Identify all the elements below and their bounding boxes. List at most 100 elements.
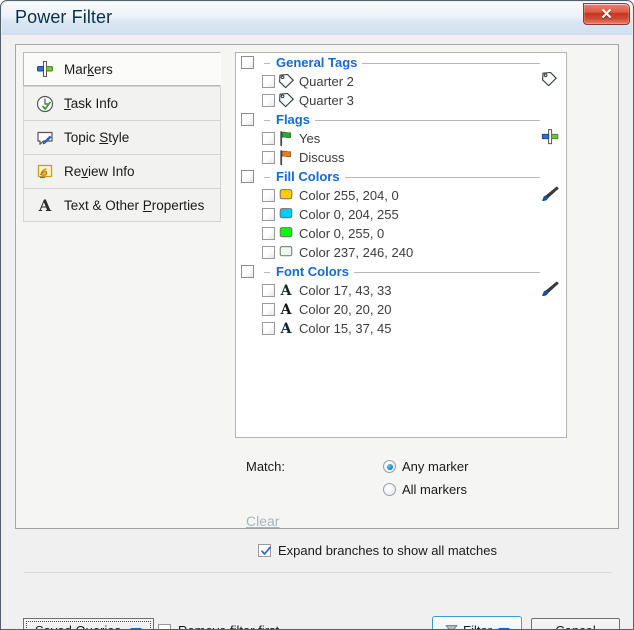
radio-all-markers-label: All markers bbox=[402, 482, 468, 497]
fill-swatch-icon bbox=[277, 187, 296, 204]
marker-row[interactable]: A Color 20, 20, 20 bbox=[236, 300, 566, 319]
marker-row[interactable]: Discuss bbox=[236, 148, 566, 167]
checkbox-icon bbox=[158, 624, 171, 629]
checkbox-icon[interactable] bbox=[262, 189, 275, 202]
power-filter-dialog: Power Filter ✕ Markers Task Info Topic S… bbox=[0, 0, 634, 630]
checkbox-icon[interactable] bbox=[262, 132, 275, 145]
svg-text:A: A bbox=[280, 283, 293, 299]
tag-icon bbox=[540, 53, 562, 87]
brush-icon bbox=[540, 280, 562, 298]
tag-icon bbox=[277, 73, 296, 90]
tab-text-other-properties[interactable]: A Text & Other Properties bbox=[23, 188, 221, 222]
marker-group-row[interactable]: Flags bbox=[236, 110, 566, 145]
checkbox-icon[interactable] bbox=[262, 284, 275, 297]
remove-filter-first-label: Remove filter first bbox=[178, 623, 279, 629]
checkbox-icon[interactable] bbox=[262, 208, 275, 221]
cancel-button[interactable]: Cancel bbox=[531, 618, 620, 629]
tab-task-info-label: Task Info bbox=[64, 96, 119, 111]
radio-all-markers[interactable]: All markers bbox=[383, 482, 467, 497]
checkbox-icon[interactable] bbox=[241, 170, 254, 183]
marker-label: Color 0, 204, 255 bbox=[299, 207, 399, 222]
topic-style-icon bbox=[35, 128, 55, 148]
marker-group-label: Fill Colors bbox=[270, 169, 345, 184]
tag-icon bbox=[277, 92, 296, 109]
marker-row[interactable]: Color 255, 204, 0 bbox=[236, 186, 566, 205]
tab-markers[interactable]: Markers bbox=[23, 52, 221, 86]
radio-any-marker-indicator bbox=[383, 460, 396, 473]
font-a-icon: A bbox=[277, 301, 296, 318]
marker-label: Color 15, 37, 45 bbox=[299, 321, 392, 336]
close-icon: ✕ bbox=[600, 5, 613, 23]
dialog-body: Markers Task Info Topic Style Review Inf… bbox=[1, 35, 633, 629]
close-button[interactable]: ✕ bbox=[583, 3, 630, 25]
brush-icon bbox=[540, 185, 562, 203]
clear-link[interactable]: Clear bbox=[246, 513, 279, 529]
checkbox-icon[interactable] bbox=[262, 151, 275, 164]
marker-row[interactable]: Color 0, 204, 255 bbox=[236, 205, 566, 224]
checkbox-icon[interactable] bbox=[262, 322, 275, 335]
tab-topic-style[interactable]: Topic Style bbox=[23, 120, 221, 154]
brush-icon bbox=[540, 167, 562, 201]
marker-label: Color 17, 43, 33 bbox=[299, 283, 392, 298]
brush-icon bbox=[540, 262, 562, 296]
fill-swatch-icon bbox=[277, 225, 296, 242]
match-label: Match: bbox=[246, 459, 286, 474]
marker-label: Yes bbox=[299, 131, 321, 146]
filter-button-label: Filter bbox=[463, 623, 492, 629]
tab-task-info[interactable]: Task Info bbox=[23, 86, 221, 120]
font-a-icon: A bbox=[277, 320, 296, 337]
checkbox-icon[interactable] bbox=[241, 56, 254, 69]
tab-topic-style-label: Topic Style bbox=[64, 130, 130, 145]
marker-group-label: Font Colors bbox=[270, 264, 354, 279]
clock-icon bbox=[35, 94, 55, 114]
checkbox-icon[interactable] bbox=[241, 265, 254, 278]
checkbox-icon[interactable] bbox=[262, 227, 275, 240]
review-info-icon bbox=[35, 162, 55, 182]
tag-icon bbox=[540, 71, 562, 87]
marker-label: Color 255, 204, 0 bbox=[299, 188, 399, 203]
marker-row[interactable]: Yes bbox=[236, 129, 566, 148]
marker-row[interactable]: Color 237, 246, 240 bbox=[236, 243, 566, 262]
expand-branches-checkbox[interactable]: Expand branches to show all matches bbox=[258, 543, 497, 558]
marker-row[interactable]: A Color 17, 43, 33 bbox=[236, 281, 566, 300]
radio-any-marker-label: Any marker bbox=[402, 459, 469, 474]
tab-strip: Markers Task Info Topic Style Review Inf… bbox=[23, 52, 221, 222]
saved-queries-button[interactable]: Saved Queries bbox=[23, 618, 154, 629]
checkbox-icon[interactable] bbox=[262, 246, 275, 259]
marker-group-label: Flags bbox=[270, 112, 315, 127]
markers-list[interactable]: General Tags Quarter 2 Quarter 3 Flags Yes Di… bbox=[235, 52, 567, 438]
remove-filter-first-checkbox[interactable]: Remove filter first bbox=[158, 623, 279, 629]
title-bar: Power Filter ✕ bbox=[1, 1, 633, 35]
content-panel: Markers Task Info Topic Style Review Inf… bbox=[15, 44, 619, 529]
marker-label: Quarter 3 bbox=[299, 93, 354, 108]
tab-markers-label: Markers bbox=[64, 61, 113, 77]
checkbox-icon[interactable] bbox=[262, 75, 275, 88]
tab-review-info[interactable]: Review Info bbox=[23, 154, 221, 188]
marker-label: Discuss bbox=[299, 150, 345, 165]
filter-button[interactable]: Filter bbox=[432, 616, 522, 629]
expand-branches-label: Expand branches to show all matches bbox=[278, 543, 497, 558]
radio-all-markers-indicator bbox=[383, 483, 396, 496]
marker-group-row[interactable]: General Tags bbox=[236, 53, 566, 87]
marker-group-row[interactable]: Font Colors bbox=[236, 262, 566, 296]
marker-row[interactable]: Quarter 3 bbox=[236, 91, 566, 110]
flag-icon bbox=[277, 130, 296, 147]
marker-label: Color 237, 246, 240 bbox=[299, 245, 414, 260]
marker-group-row[interactable]: Fill Colors bbox=[236, 167, 566, 201]
marker-label: Color 20, 20, 20 bbox=[299, 302, 392, 317]
checkbox-icon[interactable] bbox=[241, 113, 254, 126]
marker-row[interactable]: A Color 15, 37, 45 bbox=[236, 319, 566, 338]
checkbox-icon[interactable] bbox=[262, 94, 275, 107]
window-title: Power Filter bbox=[15, 7, 113, 27]
marker-row[interactable]: Quarter 2 bbox=[236, 72, 566, 91]
radio-any-marker[interactable]: Any marker bbox=[383, 459, 468, 474]
fill-swatch-icon bbox=[277, 206, 296, 223]
svg-text:A: A bbox=[38, 196, 52, 215]
marker-row[interactable]: Color 0, 255, 0 bbox=[236, 224, 566, 243]
checkbox-icon[interactable] bbox=[262, 303, 275, 316]
tab-review-info-label: Review Info bbox=[64, 164, 135, 179]
svg-text:A: A bbox=[280, 321, 293, 337]
marker-label: Color 0, 255, 0 bbox=[299, 226, 385, 241]
markers-icon bbox=[540, 110, 562, 145]
saved-queries-label: Saved Queries bbox=[35, 623, 121, 629]
